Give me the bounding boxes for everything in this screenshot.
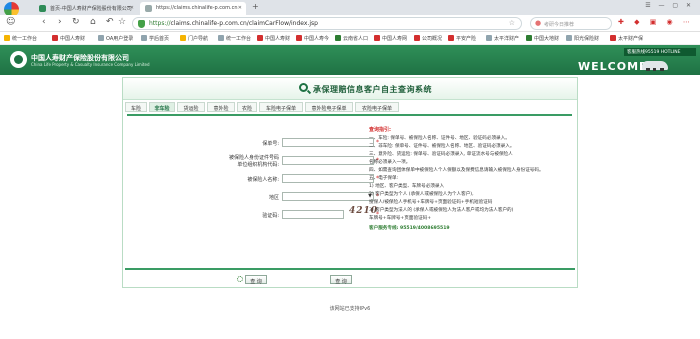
tab-agriculture[interactable]: 农险 — [237, 102, 257, 112]
browser-navbar: ☺ ‹ › ↻ ⌂ ↶ ☆ https://claims.chinalife-p… — [0, 15, 700, 32]
service-hotline-badge: 客服热线95519 HOTLINE — [624, 48, 696, 56]
guide-line: 1) 地区、客户类型、车牌号必须录入 — [369, 184, 445, 189]
forward-icon[interactable]: › — [58, 17, 62, 27]
tab-auto-epolicy[interactable]: 车险电子保单 — [259, 102, 303, 112]
reload-icon[interactable]: ↻ — [72, 17, 80, 27]
tab-cargo[interactable]: 货运险 — [177, 102, 205, 112]
tab-auto[interactable]: 车险 — [125, 102, 147, 112]
bookmark-item[interactable]: 中国人寿今 — [296, 35, 329, 42]
bookmark-item[interactable]: 统一工作台 — [218, 35, 251, 42]
favicon-icon — [145, 5, 152, 12]
captcha-label: 验证码: — [262, 213, 279, 219]
browser-search[interactable]: ● 考研今日推荐 — [530, 17, 612, 30]
new-tab-icon[interactable]: + — [252, 2, 259, 11]
id-number-input[interactable] — [282, 156, 374, 165]
secure-shield-icon — [138, 20, 145, 28]
address-bar[interactable]: https://claims.chinalife-p.com.cn/claimC… — [132, 17, 522, 30]
bookmark-item[interactable]: 学后首页 — [141, 35, 169, 42]
china-life-logo-icon — [10, 51, 27, 68]
bookmark-item[interactable]: 公司概况 — [414, 35, 442, 42]
id-label-line2: 单位组织机构代码: — [237, 162, 279, 168]
bookmark-item[interactable]: 门户导航 — [180, 35, 208, 42]
search-placeholder: 考研今日推荐 — [544, 22, 575, 28]
ipv6-footer: 该网站已支持IPv6 — [329, 306, 371, 312]
car-image — [642, 61, 668, 71]
guide-line: 名称必须录入一项。 — [369, 160, 411, 165]
region-label: 地区 — [268, 195, 279, 201]
favicon-icon — [39, 5, 46, 12]
insured-name-input[interactable] — [282, 174, 374, 183]
query-form: 保单号: * 被保险人身份证件号码 单位组织机构代码: * 被保险人名称: * … — [127, 114, 572, 266]
browser-tabbar: 首页-中国人寿财产保险股份有限公司 ✕ https://claims.china… — [0, 0, 700, 17]
customer-hotline: 客户服务专线: 95519/4008695519 — [369, 226, 450, 231]
home-icon[interactable]: ⌂ — [90, 17, 96, 27]
company-name-en: China Life Property & Casualty Insurance… — [31, 62, 150, 67]
guide-line: 一、车险: 保单号、被保险人名称、证件号、地区、验证码必须录入。 — [369, 136, 510, 141]
guide-line: 三、意外险、货运险: 保单号、验证码必须录入, 单证流水号与被保险人 — [369, 152, 513, 157]
close-tab-icon[interactable]: ✕ — [238, 5, 242, 11]
region-select[interactable]: ▼ — [282, 192, 374, 201]
policy-no-input[interactable] — [282, 138, 374, 147]
browser-tab-label: 首页-中国人寿财产保险股份有限公司 — [50, 6, 132, 12]
guide-line: 二、非车险: 保单号、证件号、被保险人名称、地区、验证码必须录入。 — [369, 144, 515, 149]
user-icon[interactable]: ☺ — [6, 17, 15, 27]
id-label-line1: 被保险人身份证件号码 — [228, 155, 279, 161]
search-engine-icon: ● — [535, 19, 542, 27]
browser-tab-home[interactable]: 首页-中国人寿财产保险股份有限公司 ✕ — [34, 2, 138, 15]
bookmark-item[interactable]: 中国人寿财 — [257, 35, 290, 42]
bookmark-item[interactable]: OA用户登录 — [98, 35, 133, 42]
loading-icon — [237, 276, 243, 282]
panel-title-bar: 承保理赔信息客户自主查询系统 — [123, 78, 577, 100]
favorite-icon[interactable]: ☆ — [118, 17, 126, 27]
search-icon — [299, 83, 308, 92]
bookmark-item[interactable]: 平安产险 — [448, 35, 476, 42]
window-controls[interactable]: ☰ — ▢ ✕ — [645, 2, 694, 9]
bookmark-item[interactable]: 太平洋财产 — [486, 35, 519, 42]
guide-line: 五、电子保单: — [369, 176, 399, 181]
tab-accident-epolicy[interactable]: 意外险电子保单 — [305, 102, 353, 112]
query-button[interactable]: 查 询 — [330, 275, 352, 285]
guide-line: 2) 客户类型为个人 (承保人或被保险人为个人客户), — [369, 192, 474, 197]
guide-line: 车牌号+车牌号+页面验证码+ — [369, 216, 432, 221]
guide-line: 四、如需查询团体保单中被保险人个人保额以及保费信息请输入被保险人身份证号码。 — [369, 168, 544, 173]
insured-name-label: 被保险人名称: — [247, 177, 279, 183]
tab-agri-epolicy[interactable]: 农险电子保单 — [355, 102, 399, 112]
captcha-input[interactable] — [282, 210, 344, 219]
close-tab-icon[interactable]: ✕ — [130, 5, 134, 11]
bookmark-item[interactable]: 云南省人口 — [335, 35, 368, 42]
site-header: 中国人寿财产保险股份有限公司 China Life Property & Cas… — [0, 45, 700, 75]
id-number-label: 被保险人身份证件号码 单位组织机构代码: — [215, 154, 279, 168]
url-scheme: https:// — [149, 20, 171, 27]
welcome-banner: WELCOME — [578, 60, 648, 73]
policy-no-label: 保单号: — [262, 141, 279, 147]
extension-icons[interactable]: ✚ ◆ ▣ ◉ ⋯ — [618, 18, 694, 26]
bookmark-item[interactable]: 统一工作台 — [4, 35, 37, 42]
page-title: 承保理赔信息客户自主查询系统 — [313, 85, 432, 94]
back-icon[interactable]: ‹ — [42, 17, 46, 27]
guide-line: 投保人/被保险人手机号+车牌号+页面验证码+手机短验证码 — [369, 200, 493, 205]
url-text: https://claims.chinalife-p.com.cn/claimC… — [149, 20, 318, 27]
guide-title: 查询指引: — [369, 127, 391, 133]
guide-line: 3) 客户类型为法人的 (承保人或被保险人为法人客户或均为法人客户的) — [369, 208, 514, 213]
bookmarks-bar: 统一工作台 中国人寿财 OA用户登录 学后首页 门户导航 统一工作台 中国人寿财… — [0, 32, 700, 45]
tab-non-auto[interactable]: 非车险 — [149, 102, 175, 112]
tab-accident[interactable]: 意外险 — [207, 102, 235, 112]
query-panel: 承保理赔信息客户自主查询系统 车险 非车险 货运险 意外险 农险 车险电子保单 … — [122, 77, 578, 288]
bookmark-item[interactable]: 中国人寿财 — [52, 35, 85, 42]
bookmark-item[interactable]: 阳光保险财 — [566, 35, 599, 42]
form-actions: 查 询 查 询 — [125, 268, 575, 286]
undo-icon[interactable]: ↶ — [106, 17, 114, 27]
browser-tab-claims[interactable]: https://claims.chinalife-p.com.cn ✕ — [140, 2, 246, 15]
bookmark-item[interactable]: 中国人寿网 — [374, 35, 407, 42]
browser-tab-label: https://claims.chinalife-p.com.cn — [156, 5, 238, 11]
submit-button[interactable]: 查 询 — [245, 275, 267, 285]
bookmark-item[interactable]: 中国大地财 — [526, 35, 559, 42]
url-path: claims.chinalife-p.com.cn/claimCarFlow/i… — [170, 20, 318, 27]
bookmark-item[interactable]: 太平财产保 — [610, 35, 643, 42]
bookmark-star-icon[interactable]: ☆ — [509, 19, 515, 27]
